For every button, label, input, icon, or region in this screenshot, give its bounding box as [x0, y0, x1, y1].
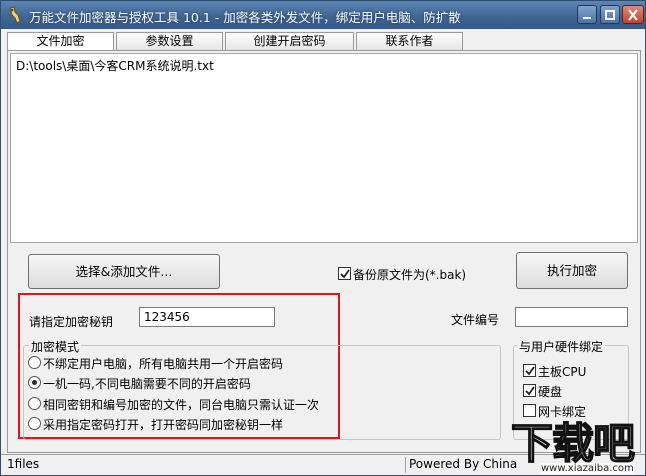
- bind-nic-label: 网卡绑定: [538, 405, 587, 419]
- mode-radio-authenticate-once[interactable]: [28, 397, 41, 410]
- status-file-count: 1files: [7, 457, 40, 471]
- backup-checkbox[interactable]: [338, 267, 351, 280]
- minimize-button[interactable]: [577, 5, 597, 24]
- key-app-icon: [9, 6, 21, 24]
- bind-nic-checkbox[interactable]: [523, 404, 536, 417]
- file-number-input[interactable]: [515, 307, 628, 327]
- tab-label: 创建开启密码: [253, 34, 326, 48]
- status-separator: [405, 457, 406, 473]
- mode-radio-one-per-machine[interactable]: [28, 376, 41, 389]
- bind-disk-label: 硬盘: [538, 385, 563, 399]
- encrypt-key-input[interactable]: [139, 307, 275, 327]
- app-window: 万能文件加密器与授权工具 10.1 - 加密各类外发文件，绑定用户电脑、防扩散 …: [0, 0, 646, 476]
- hardware-binding-title: 与用户硬件绑定: [517, 338, 606, 355]
- mode-option-label: 一机一码,不同电脑需要不同的开启密码: [43, 377, 251, 391]
- bind-cpu-checkbox[interactable]: [523, 364, 536, 377]
- mode-option-label: 不绑定用户电脑，所有电脑共用一个开启密码: [43, 357, 284, 371]
- tab-parameters[interactable]: 参数设置: [116, 32, 223, 50]
- file-list[interactable]: D:\tools\桌面\今客CRM系统说明.txt: [10, 53, 638, 243]
- backup-label: 备份原文件为(*.bak): [353, 268, 467, 282]
- close-icon: [628, 9, 638, 21]
- status-powered-by: Powered By China: [409, 457, 518, 471]
- tab-file-encrypt[interactable]: 文件加密: [7, 32, 114, 51]
- mode-option-label: 相同密钥和编号加密的文件，同台电脑只需认证一次: [43, 398, 320, 412]
- mode-radio-no-binding[interactable]: [28, 356, 41, 369]
- watermark-logo-text: 下载吧: [510, 418, 636, 469]
- encrypt-mode-title: 加密模式: [29, 338, 82, 355]
- tab-label: 参数设置: [145, 34, 194, 48]
- close-button[interactable]: [622, 5, 644, 24]
- select-add-files-button[interactable]: 选择&添加文件...: [28, 254, 220, 289]
- list-item[interactable]: D:\tools\桌面\今客CRM系统说明.txt: [16, 57, 214, 74]
- watermark-url: www.xiazaiba.com: [541, 463, 634, 474]
- bind-cpu-label: 主板CPU: [538, 365, 587, 379]
- checkmark-icon: [525, 366, 535, 376]
- radio-selected-dot: [32, 380, 37, 385]
- title-bar[interactable]: 万能文件加密器与授权工具 10.1 - 加密各类外发文件，绑定用户电脑、防扩散: [1, 1, 645, 29]
- tab-label: 文件加密: [36, 34, 85, 48]
- maximize-button[interactable]: [600, 5, 620, 24]
- bind-disk-checkbox[interactable]: [523, 384, 536, 397]
- tab-label: 联系作者: [385, 34, 434, 48]
- tab-create-password[interactable]: 创建开启密码: [225, 32, 354, 50]
- encrypt-key-label: 请指定加密秘钥: [29, 315, 114, 329]
- minimize-icon: [583, 17, 591, 19]
- checkmark-icon: [340, 269, 350, 279]
- window-title: 万能文件加密器与授权工具 10.1 - 加密各类外发文件，绑定用户电脑、防扩散: [29, 10, 461, 25]
- maximize-icon: [605, 10, 615, 20]
- execute-encrypt-button[interactable]: 执行加密: [516, 252, 628, 289]
- tab-contact-author[interactable]: 联系作者: [356, 32, 463, 50]
- mode-radio-specified-password[interactable]: [28, 417, 41, 430]
- checkmark-icon: [525, 386, 535, 396]
- file-number-label: 文件编号: [451, 313, 500, 327]
- watermark-logo: 下载吧 www.xiazaiba.com: [510, 418, 645, 476]
- mode-option-label: 采用指定密码打开，打开密码同加密秘钥一样: [43, 418, 284, 432]
